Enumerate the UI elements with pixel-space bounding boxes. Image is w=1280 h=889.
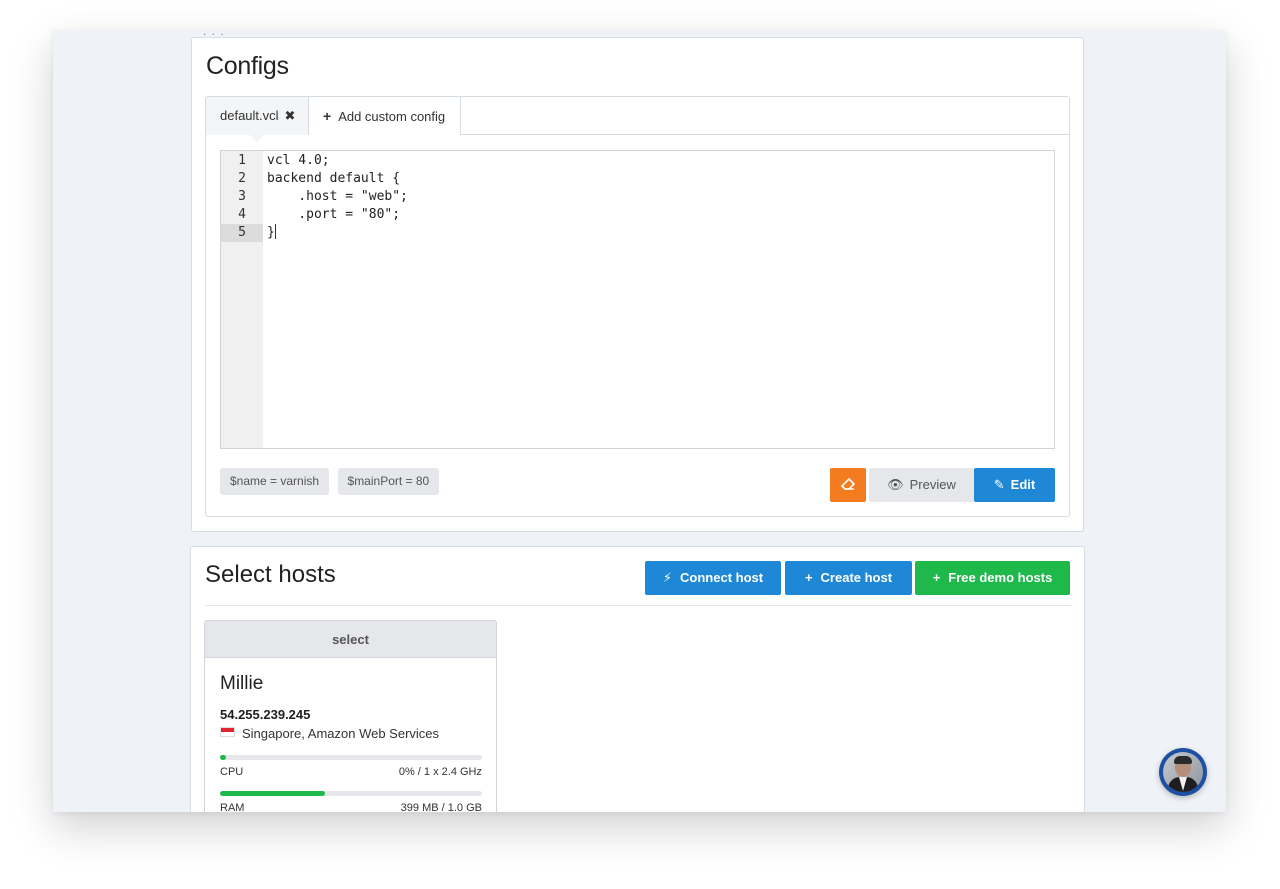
line-number: 4 [238, 207, 246, 222]
config-variables: $name = varnish $mainPort = 80 [220, 468, 443, 495]
flag-icon [220, 727, 235, 737]
cpu-usage-bar [220, 755, 482, 760]
select-host-button[interactable]: select [205, 621, 496, 658]
configs-title: Configs [206, 52, 289, 80]
host-ip: 54.255.239.245 [220, 707, 311, 722]
connect-host-button[interactable]: ⚡ Connect host [645, 561, 781, 595]
line-number: 2 [238, 171, 246, 186]
preview-button[interactable]: 👁 Preview [869, 468, 974, 502]
support-chat-avatar[interactable] [1159, 748, 1207, 796]
host-name: Millie [220, 673, 264, 694]
divider [205, 605, 1071, 606]
tab-label: default.vcl [220, 108, 279, 123]
host-location-text: Singapore, Amazon Web Services [242, 726, 440, 741]
code-line: 1 vcl 4.0; [221, 152, 1054, 170]
close-icon[interactable]: ✖ [285, 108, 296, 123]
host-location: Singapore, Amazon Web Services [220, 726, 439, 741]
line-number: 1 [238, 153, 246, 168]
cpu-value: 0% / 1 x 2.4 GHz [398, 766, 482, 778]
variable-badge-mainport: $mainPort = 80 [337, 468, 440, 495]
edit-label: Edit [1010, 477, 1036, 492]
code-text: .host = "web"; [267, 189, 408, 204]
code-line: 3 .host = "web"; [221, 188, 1054, 206]
plus-icon: + [932, 570, 941, 585]
ram-value: 399 MB / 1.0 GB [400, 802, 482, 812]
code-line-current: 5 } [221, 224, 1054, 242]
edit-button[interactable]: ✎ Edit [974, 468, 1055, 502]
plus-icon: + [804, 570, 813, 585]
code-text: vcl 4.0; [267, 153, 330, 168]
line-number: 3 [238, 189, 246, 204]
code-text-wrapper: } [267, 224, 276, 242]
tab-label: Add custom config [338, 109, 446, 124]
config-tabs: default.vcl ✖ + Add custom config 1 vcl 4.… [205, 96, 1070, 517]
select-hosts-title: Select hosts [205, 561, 336, 588]
select-hosts-panel: Select hosts ⚡ Connect host + Create host … [190, 546, 1085, 812]
add-custom-config-button[interactable]: + Add custom config [309, 97, 461, 135]
free-demo-hosts-button[interactable]: + Free demo hosts [915, 561, 1070, 595]
eye-icon: 👁 [887, 477, 904, 492]
edit-icon: ✎ [993, 477, 1005, 492]
ram-usage-fill [220, 791, 325, 796]
code-text: backend default { [267, 171, 401, 186]
variable-badge-name: $name = varnish [220, 468, 330, 495]
eraser-icon [840, 477, 856, 490]
avatar-hair [1174, 756, 1192, 764]
cpu-usage-fill [220, 755, 226, 760]
configs-panel: Configs default.vcl ✖ + Add custom config … [191, 37, 1084, 532]
plus-icon: + [323, 108, 332, 124]
create-host-button[interactable]: + Create host [785, 561, 912, 595]
code-editor[interactable]: 1 vcl 4.0; 2 backend default { 3 .host =… [220, 150, 1055, 449]
ram-label: RAM [220, 802, 245, 812]
preview-label: Preview [909, 477, 956, 492]
create-host-label: Create host [820, 570, 893, 585]
plug-icon: ⚡ [662, 570, 673, 585]
host-card: select Millie 54.255.239.245 Singapore, … [204, 620, 497, 812]
clear-button[interactable] [830, 468, 866, 502]
cpu-label: CPU [220, 766, 244, 778]
avatar-photo [1163, 752, 1203, 792]
config-tab-bar: default.vcl ✖ + Add custom config [206, 97, 1069, 142]
connect-host-label: Connect host [680, 570, 764, 585]
code-line: 2 backend default { [221, 170, 1054, 188]
ram-usage-bar [220, 791, 482, 796]
line-number: 5 [221, 224, 263, 242]
code-text: .port = "80"; [267, 207, 401, 222]
code-text: } [267, 225, 275, 240]
free-demo-hosts-label: Free demo hosts [948, 570, 1053, 585]
text-caret [274, 224, 276, 239]
code-line: 4 .port = "80"; [221, 206, 1054, 224]
app-window: . . . Configs default.vcl ✖ + Add custom c… [53, 30, 1226, 812]
tab-default-vcl[interactable]: default.vcl ✖ [206, 97, 309, 142]
